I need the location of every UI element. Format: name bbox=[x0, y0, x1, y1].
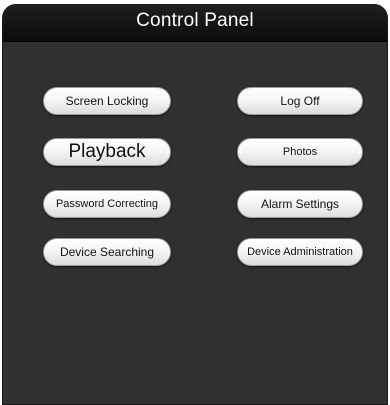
title-bar: Control Panel bbox=[3, 5, 387, 42]
playback-button[interactable]: Playback bbox=[43, 138, 171, 166]
alarm-settings-button[interactable]: Alarm Settings bbox=[237, 190, 363, 218]
device-administration-button[interactable]: Device Administration bbox=[237, 238, 363, 266]
log-off-button[interactable]: Log Off bbox=[237, 87, 363, 115]
screen-locking-button[interactable]: Screen Locking bbox=[43, 87, 171, 115]
password-correcting-button[interactable]: Password Correcting bbox=[43, 190, 171, 218]
control-panel-window: Control Panel Screen Locking Log Off Pla… bbox=[2, 4, 388, 405]
device-searching-button[interactable]: Device Searching bbox=[43, 238, 171, 266]
window-title: Control Panel bbox=[136, 10, 254, 31]
photos-button[interactable]: Photos bbox=[237, 138, 363, 166]
